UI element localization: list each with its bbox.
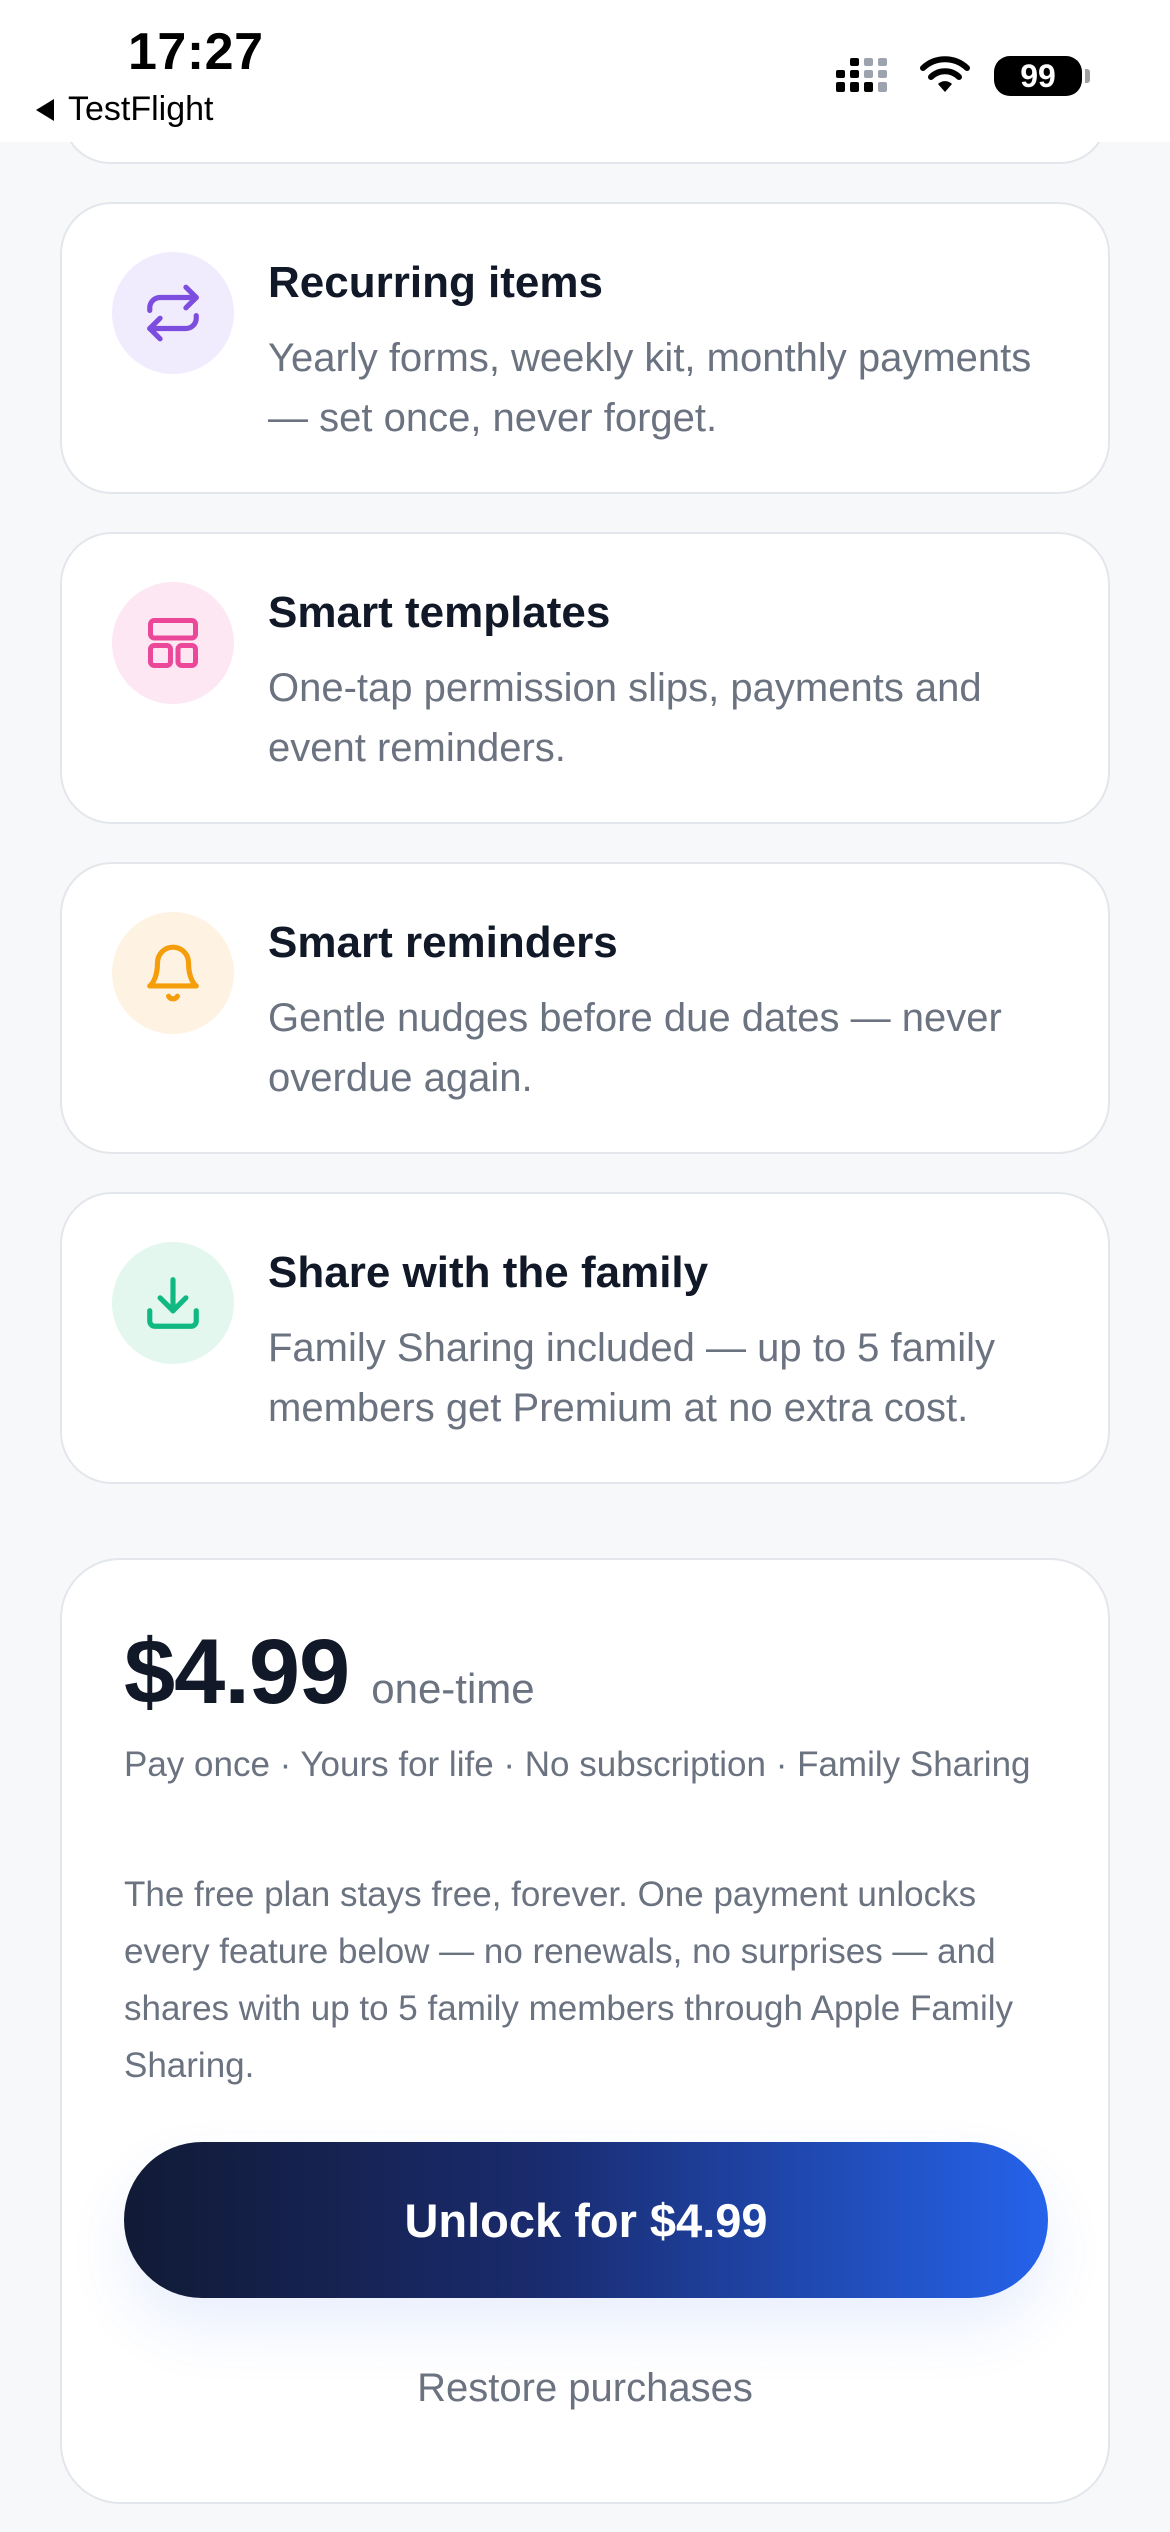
feature-description: Gentle nudges before due dates — never o…: [268, 996, 1002, 1100]
back-arrow-icon: [36, 98, 54, 121]
status-time: 17:27: [128, 23, 264, 81]
feature-card-family-sharing: Share with the family Family Sharing inc…: [60, 1192, 1110, 1484]
restore-purchases-button[interactable]: Restore purchases: [62, 2366, 1108, 2411]
status-icons: 99: [836, 56, 1090, 96]
feature-description: Family Sharing included — up to 5 family…: [268, 1326, 995, 1430]
cellular-signal-icon: [836, 58, 887, 92]
price-amount: $4.99: [124, 1621, 350, 1723]
battery-level: 99: [994, 56, 1082, 96]
back-to-app-button[interactable]: TestFlight: [36, 90, 214, 129]
price-term: one-time: [371, 1665, 535, 1712]
feature-card-smart-templates: Smart templates One-tap permission slips…: [60, 532, 1110, 824]
price-description: The free plan stays free, forever. One p…: [124, 1875, 1013, 2085]
status-bar: 17:27 TestFlight 99: [0, 0, 1170, 142]
bell-icon: [112, 912, 234, 1034]
feature-title: Share with the family: [268, 1248, 709, 1297]
feature-card-recurring-items: Recurring items Yearly forms, weekly kit…: [60, 202, 1110, 494]
wifi-icon: [920, 56, 970, 92]
feature-title: Recurring items: [268, 258, 603, 307]
feature-title: Smart templates: [268, 588, 611, 637]
feature-description: One-tap permission slips, payments and e…: [268, 666, 982, 770]
price-row: $4.99 one-time: [124, 1620, 535, 1725]
download-icon: [112, 1242, 234, 1364]
pricing-card: $4.99 one-time Pay once · Yours for life…: [60, 1558, 1110, 2504]
unlock-button[interactable]: Unlock for $4.99: [124, 2142, 1048, 2298]
feature-card-smart-reminders: Smart reminders Gentle nudges before due…: [60, 862, 1110, 1154]
battery-cap: [1085, 69, 1090, 83]
template-icon: [112, 582, 234, 704]
back-app-label: TestFlight: [68, 90, 214, 128]
price-tagline: Pay once · Yours for life · No subscript…: [124, 1745, 1031, 1784]
battery-indicator: 99: [994, 56, 1090, 96]
feature-title: Smart reminders: [268, 918, 618, 967]
repeat-icon: [112, 252, 234, 374]
feature-description: Yearly forms, weekly kit, monthly paymen…: [268, 336, 1032, 440]
